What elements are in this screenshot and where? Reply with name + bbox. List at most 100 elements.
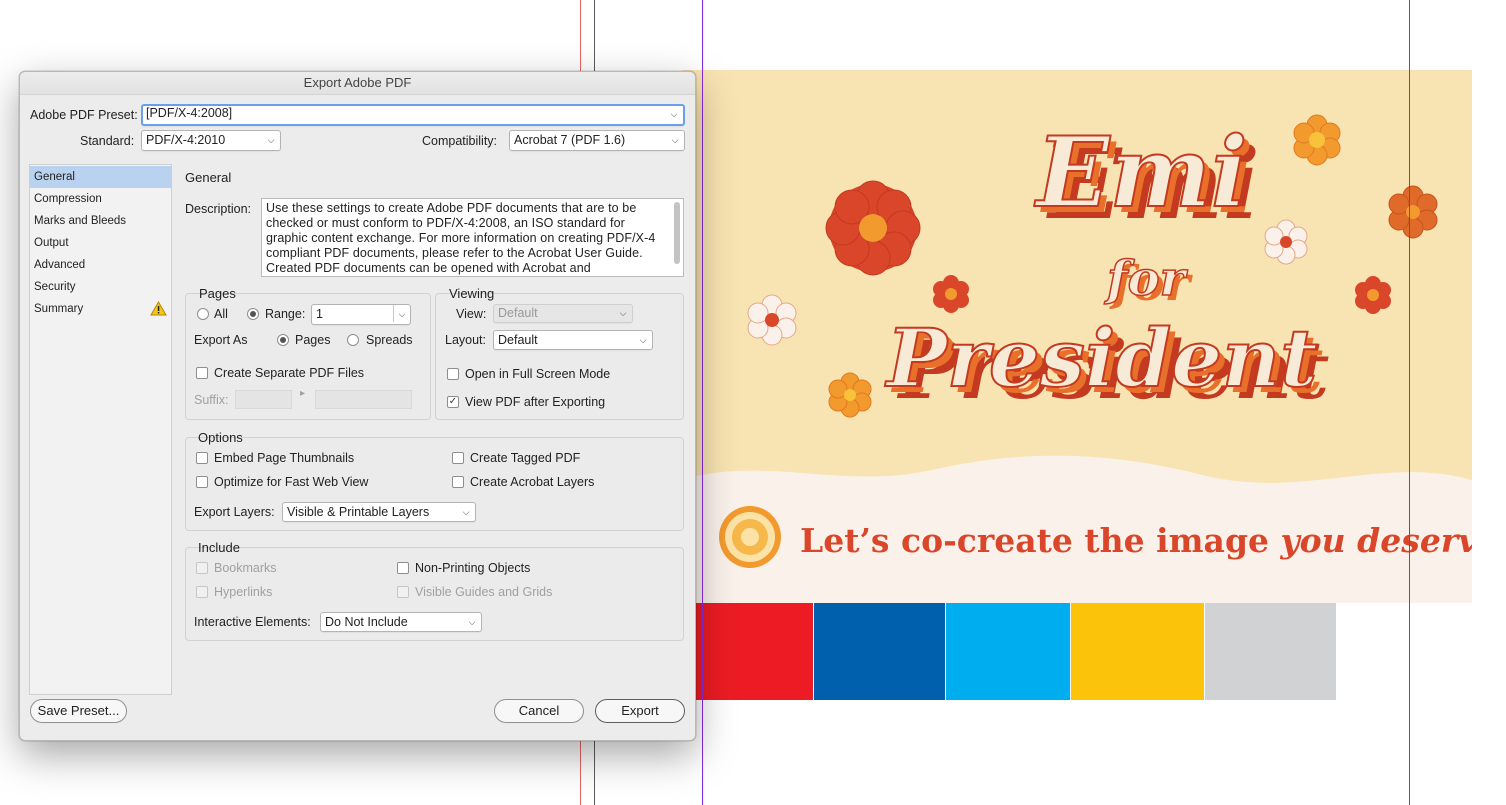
guide-line-purple-left xyxy=(702,0,703,805)
layout-value: Default xyxy=(498,333,538,347)
separate-pdf-label: Create Separate PDF Files xyxy=(214,366,365,380)
sidebar-item-label: General xyxy=(34,171,75,183)
radio-pages[interactable] xyxy=(277,334,289,346)
poster-tagline: Let’s co-create the image you deserve xyxy=(800,521,1472,560)
fullscreen-label: Open in Full Screen Mode xyxy=(465,367,611,381)
tagged-pdf-label: Create Tagged PDF xyxy=(470,451,581,465)
headline-emi: Emi xyxy=(1033,116,1247,229)
radio-all[interactable] xyxy=(197,308,209,320)
chevron-right-icon[interactable]: ▸ xyxy=(300,388,305,399)
view-pdf-label: View PDF after Exporting xyxy=(465,395,606,409)
chevron-down-icon: ⌵ xyxy=(639,335,647,345)
sidebar-item-summary[interactable]: Summary xyxy=(30,298,171,320)
radio-range[interactable] xyxy=(247,308,259,320)
export-layers-select[interactable]: Visible & Printable Layers ⌵ xyxy=(282,502,476,522)
interactive-elements-label: Interactive Elements: xyxy=(194,615,311,629)
view-value: Default xyxy=(498,306,538,320)
compatibility-label: Compatibility: xyxy=(422,134,498,148)
artboard-poster: Emi Emi Emi for for President President … xyxy=(682,70,1472,603)
suffix-token-field[interactable] xyxy=(315,390,412,409)
separate-pdf-checkbox[interactable] xyxy=(196,367,208,379)
chevron-down-icon: ⌵ xyxy=(393,305,410,322)
view-label: View: xyxy=(456,307,487,321)
range-label: Range: xyxy=(265,307,306,321)
fullscreen-checkbox[interactable] xyxy=(447,368,459,380)
hyperlinks-checkbox[interactable] xyxy=(196,586,208,598)
suffix-input[interactable] xyxy=(235,390,292,409)
bookmarks-checkbox[interactable] xyxy=(196,562,208,574)
sidebar-item-label: Compression xyxy=(34,193,102,205)
sidebar-item-output[interactable]: Output xyxy=(30,232,171,254)
description-textarea[interactable]: Use these settings to create Adobe PDF d… xyxy=(261,198,684,277)
fast-web-view-checkbox[interactable] xyxy=(196,476,208,488)
spreads-label: Spreads xyxy=(366,333,413,347)
include-title: Include xyxy=(198,540,240,555)
non-printing-checkbox[interactable] xyxy=(397,562,409,574)
orange-slice-icon xyxy=(719,506,781,568)
layout-select[interactable]: Default ⌵ xyxy=(493,330,653,350)
export-as-label: Export As xyxy=(194,333,248,347)
export-button[interactable]: Export xyxy=(595,699,685,723)
guides-grids-label: Visible Guides and Grids xyxy=(415,585,553,599)
sidebar-item-label: Advanced xyxy=(34,259,86,271)
headline-president: President xyxy=(885,311,1318,405)
chevron-down-icon: ⌵ xyxy=(619,308,627,318)
description-label: Description: xyxy=(185,202,251,216)
export-layers-label: Export Layers: xyxy=(194,505,275,519)
description-text: Use these settings to create Adobe PDF d… xyxy=(266,201,656,275)
standard-label: Standard: xyxy=(80,134,135,148)
poster-artwork: Emi Emi Emi for for President President … xyxy=(682,70,1472,603)
sidebar-item-advanced[interactable]: Advanced xyxy=(30,254,171,276)
cancel-button[interactable]: Cancel xyxy=(494,699,584,723)
pages-title: Pages xyxy=(199,286,236,301)
chevron-down-icon: ⌵ xyxy=(671,135,679,145)
settings-sidebar: General Compression Marks and Bleeds Out… xyxy=(29,164,172,695)
headline-for: for xyxy=(1104,251,1189,307)
color-swatch-cyan xyxy=(946,603,1070,700)
export-layers-value: Visible & Printable Layers xyxy=(287,505,430,519)
view-select[interactable]: Default ⌵ xyxy=(493,304,633,323)
non-printing-label: Non-Printing Objects xyxy=(415,561,531,575)
acrobat-layers-checkbox[interactable] xyxy=(452,476,464,488)
color-swatch-blue xyxy=(814,603,945,700)
preset-label: Adobe PDF Preset: xyxy=(30,108,138,122)
standard-select[interactable]: PDF/X-4:2010 ⌵ xyxy=(141,130,281,151)
interactive-elements-value: Do Not Include xyxy=(325,615,408,629)
sidebar-item-compression[interactable]: Compression xyxy=(30,188,171,210)
sidebar-item-label: Output xyxy=(34,237,69,249)
export-pdf-dialog: Export Adobe PDF Adobe PDF Preset: [PDF/… xyxy=(19,71,696,741)
sidebar-item-general[interactable]: General xyxy=(30,166,171,188)
sidebar-item-marks-and-bleeds[interactable]: Marks and Bleeds xyxy=(30,210,171,232)
dialog-title: Export Adobe PDF xyxy=(20,72,695,95)
radio-spreads[interactable] xyxy=(347,334,359,346)
chevron-down-icon: ⌵ xyxy=(267,135,275,145)
warning-icon xyxy=(150,301,167,316)
embed-thumbnails-checkbox[interactable] xyxy=(196,452,208,464)
chevron-down-icon: ⌵ xyxy=(670,109,678,119)
chevron-down-icon: ⌵ xyxy=(468,617,476,627)
compatibility-select[interactable]: Acrobat 7 (PDF 1.6) ⌵ xyxy=(509,130,685,151)
suffix-label: Suffix: xyxy=(194,393,229,407)
chevron-down-icon: ⌵ xyxy=(462,507,470,517)
bookmarks-label: Bookmarks xyxy=(214,561,277,575)
interactive-elements-select[interactable]: Do Not Include ⌵ xyxy=(320,612,482,632)
guides-grids-checkbox[interactable] xyxy=(397,586,409,598)
all-label: All xyxy=(214,307,228,321)
color-swatch-yellow xyxy=(1071,603,1204,700)
range-value: 1 xyxy=(316,307,323,321)
save-preset-button[interactable]: Save Preset... xyxy=(30,699,127,723)
hyperlinks-label: Hyperlinks xyxy=(214,585,273,599)
fast-web-view-label: Optimize for Fast Web View xyxy=(214,475,369,489)
compatibility-value: Acrobat 7 (PDF 1.6) xyxy=(514,133,626,147)
range-input[interactable]: 1 ⌵ xyxy=(311,304,411,325)
sidebar-item-label: Summary xyxy=(34,303,84,315)
guide-line-purple-right xyxy=(1409,0,1410,805)
view-pdf-checkbox[interactable]: ✓ xyxy=(447,396,459,408)
description-scrollbar[interactable] xyxy=(674,202,680,264)
preset-select[interactable]: [PDF/X-4:2008] ⌵ xyxy=(141,104,685,126)
tagged-pdf-checkbox[interactable] xyxy=(452,452,464,464)
options-title: Options xyxy=(198,430,243,445)
standard-value: PDF/X-4:2010 xyxy=(146,133,226,147)
sidebar-item-security[interactable]: Security xyxy=(30,276,171,298)
embed-thumbnails-label: Embed Page Thumbnails xyxy=(214,451,355,465)
